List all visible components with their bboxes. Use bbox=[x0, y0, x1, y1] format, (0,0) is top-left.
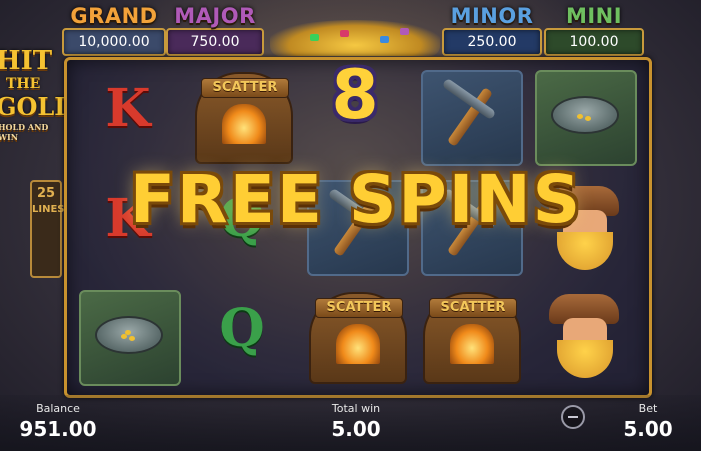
logo-line-1: HIT bbox=[0, 46, 53, 76]
scatter-label: SCATTER bbox=[315, 298, 403, 318]
balance-label: Balance bbox=[36, 402, 80, 415]
scatter-symbol: SCATTER bbox=[195, 72, 293, 164]
symbol-k: K bbox=[105, 78, 151, 139]
free-spins-text: FREE SPINS bbox=[129, 161, 583, 238]
jackpot-grand: GRAND 10,000.00 bbox=[62, 4, 166, 56]
bet-value[interactable]: 5.00 bbox=[612, 417, 684, 441]
balance-value: 951.00 bbox=[19, 417, 97, 441]
paylines-badge: 25 LINES bbox=[30, 180, 65, 278]
logo-line-3: GOLD! bbox=[0, 92, 66, 121]
scatter-symbol: SCATTER bbox=[309, 292, 407, 384]
total-win-display: Total win 5.00 bbox=[316, 402, 396, 441]
balance-display: Balance 951.00 bbox=[18, 402, 98, 441]
gem-icon bbox=[340, 30, 349, 37]
gem-icon bbox=[400, 28, 409, 35]
reel-cell: Q bbox=[187, 286, 297, 386]
bet-label: Bet bbox=[638, 402, 658, 415]
treasure-pile bbox=[270, 20, 440, 56]
game-logo: HIT THE GOLD! HOLD AND WIN bbox=[0, 40, 66, 160]
free-spins-count: 8 bbox=[331, 56, 379, 135]
symbol-q: Q bbox=[219, 298, 265, 359]
gold-pan-icon bbox=[551, 96, 619, 134]
miner-wild-symbol bbox=[543, 290, 625, 382]
furnace-icon bbox=[450, 324, 494, 364]
furnace-icon bbox=[222, 104, 266, 144]
scatter-label: SCATTER bbox=[429, 298, 517, 318]
nugget-icon bbox=[585, 116, 591, 121]
nugget-icon bbox=[577, 114, 583, 119]
gold-pan-icon bbox=[95, 316, 163, 354]
total-win-value: 5.00 bbox=[331, 417, 381, 441]
jackpot-grand-value: 10,000.00 bbox=[62, 28, 166, 56]
decrease-bet-button[interactable] bbox=[561, 405, 585, 429]
gem-icon bbox=[380, 36, 389, 43]
jackpot-minor-label: MINOR bbox=[450, 4, 534, 28]
jackpot-minor: MINOR 250.00 bbox=[442, 4, 542, 56]
bet-display: Bet 5.00 bbox=[612, 402, 684, 441]
reel-cell: SCATTER bbox=[187, 66, 297, 166]
paylines-word: LINES bbox=[32, 204, 65, 215]
reel-cell: SCATTER bbox=[415, 286, 525, 386]
reel-cell: K bbox=[73, 66, 183, 166]
scatter-label: SCATTER bbox=[201, 78, 289, 98]
reel-cell bbox=[529, 66, 639, 166]
total-win-label: Total win bbox=[331, 402, 381, 415]
paylines-count: 25 bbox=[36, 186, 56, 201]
furnace-icon bbox=[336, 324, 380, 364]
jackpot-mini-value: 100.00 bbox=[544, 28, 644, 56]
jackpot-major-value: 750.00 bbox=[166, 28, 264, 56]
reel-cell: SCATTER bbox=[301, 286, 411, 386]
jackpot-minor-value: 250.00 bbox=[442, 28, 542, 56]
gem-icon bbox=[310, 34, 319, 41]
reel-cell bbox=[415, 66, 525, 166]
jackpot-mini-label: MINI bbox=[565, 4, 623, 28]
nugget-icon bbox=[129, 336, 135, 341]
jackpot-major-label: MAJOR bbox=[174, 4, 256, 28]
reel-cell bbox=[73, 286, 183, 386]
logo-tagline: HOLD AND WIN bbox=[0, 122, 49, 142]
nugget-icon bbox=[125, 330, 131, 335]
logo-line-2: THE bbox=[6, 76, 41, 92]
scatter-symbol: SCATTER bbox=[423, 292, 521, 384]
jackpot-mini: MINI 100.00 bbox=[544, 4, 644, 56]
jackpot-major: MAJOR 750.00 bbox=[166, 4, 264, 56]
miner-beard-icon bbox=[557, 340, 613, 378]
jackpot-grand-label: GRAND bbox=[70, 4, 158, 28]
